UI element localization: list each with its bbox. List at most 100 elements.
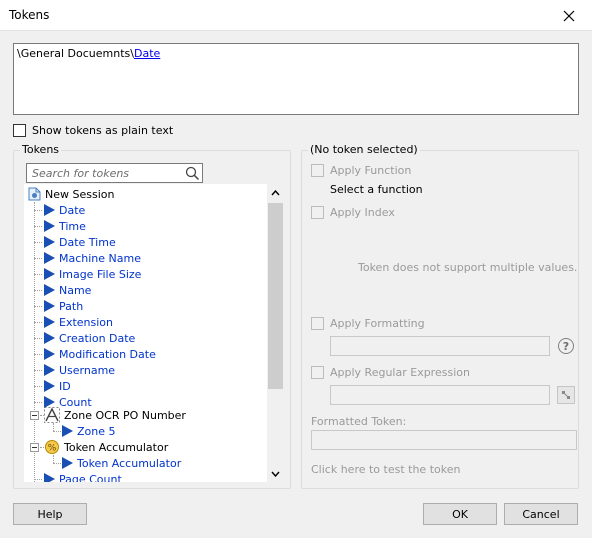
plain-text-option[interactable]: Show tokens as plain text: [13, 123, 173, 137]
apply-function-checkbox[interactable]: [311, 164, 324, 177]
apply-index-option[interactable]: Apply Index: [311, 206, 395, 219]
tree-connector: [34, 479, 42, 480]
root-label: New Session: [45, 187, 115, 201]
tree-connector: [34, 242, 42, 243]
accumulator-group-label: Token Accumulator: [64, 440, 169, 454]
tree-connector: [53, 455, 54, 463]
ok-button-label: OK: [452, 507, 468, 521]
tree-item-token[interactable]: Name: [44, 282, 91, 298]
tree-item-accumulator-child[interactable]: Token Accumulator: [62, 455, 181, 471]
tree-item-token[interactable]: Creation Date: [44, 330, 135, 346]
apply-index-checkbox[interactable]: [311, 206, 324, 219]
svg-text:%: %: [48, 444, 57, 454]
tree-connector: [34, 210, 42, 211]
tree-item-page-count[interactable]: Page Count: [44, 471, 122, 482]
help-button-label: Help: [37, 507, 63, 521]
tree-connector: [34, 386, 42, 387]
page-count-label: Page Count: [59, 472, 122, 483]
tree-item-token[interactable]: ID: [44, 378, 71, 394]
apply-function-option[interactable]: Apply Function: [311, 164, 411, 177]
token-icon: [44, 220, 55, 232]
token-icon: [44, 300, 55, 312]
search-placeholder: Search for tokens: [32, 167, 130, 180]
tree-connector: [34, 202, 35, 482]
formatted-token-field: [311, 430, 577, 450]
tree-connector: [34, 354, 42, 355]
token-icon: [44, 204, 55, 216]
scroll-thumb[interactable]: [268, 203, 283, 389]
tree-item-token[interactable]: Time: [44, 218, 86, 234]
tree-item-token[interactable]: Modification Date: [44, 346, 156, 362]
chevron-down-icon: [271, 471, 280, 477]
token-label: Image File Size: [59, 267, 142, 281]
apply-formatting-option[interactable]: Apply Formatting: [311, 317, 425, 330]
token-label: Time: [59, 219, 86, 233]
token-label: Date: [59, 203, 86, 217]
apply-formatting-checkbox[interactable]: [311, 317, 324, 330]
tree-item-zone-5[interactable]: Zone 5: [62, 423, 116, 439]
test-token-link[interactable]: Click here to test the token: [311, 463, 460, 476]
tree-connector: [34, 290, 42, 291]
zone-collapse-toggle[interactable]: [30, 411, 39, 420]
apply-index-label: Apply Index: [330, 206, 395, 219]
token-label: Machine Name: [59, 251, 141, 265]
tree-item-token[interactable]: Machine Name: [44, 250, 141, 266]
token-icon: [44, 380, 55, 392]
multi-values-note: Token does not support multiple values.: [358, 261, 578, 274]
plain-text-checkbox[interactable]: [13, 123, 26, 137]
accumulator-child-label: Token Accumulator: [77, 456, 182, 470]
chevron-up-icon: [271, 189, 280, 195]
search-icon[interactable]: [185, 166, 200, 181]
token-label: Creation Date: [59, 331, 136, 345]
window-title: Tokens: [9, 8, 50, 22]
close-icon: [563, 10, 575, 21]
formatting-input[interactable]: [330, 336, 550, 356]
path-token-link[interactable]: Date: [134, 47, 160, 60]
tree-connector: [34, 322, 42, 323]
tree-connector: [34, 274, 42, 275]
zone-ocr-icon: [44, 407, 60, 423]
ok-button[interactable]: OK: [423, 503, 497, 525]
tree-item-token[interactable]: Date: [44, 202, 85, 218]
token-icon: [44, 236, 55, 248]
close-button[interactable]: [546, 0, 592, 31]
tree-item-token[interactable]: Path: [44, 298, 83, 314]
tree-item-token[interactable]: Extension: [44, 314, 113, 330]
token-icon: [44, 316, 55, 328]
tree-connector: [53, 431, 61, 432]
help-button[interactable]: Help: [13, 503, 87, 525]
regex-editor-button[interactable]: [557, 386, 575, 404]
select-function-label: Select a function: [330, 183, 423, 196]
tree-item-accumulator-group[interactable]: % Token Accumulator: [44, 439, 168, 455]
tree-item-root[interactable]: New Session: [28, 186, 114, 202]
token-label: Modification Date: [59, 347, 156, 361]
scroll-down-button[interactable]: [267, 465, 284, 482]
token-path-textbox[interactable]: \General Docuemnts\Date: [13, 43, 579, 115]
scroll-up-button[interactable]: [267, 184, 284, 201]
token-icon: [44, 284, 55, 296]
path-prefix: \General Docuemnts\: [17, 47, 134, 60]
tree-connector: [53, 463, 61, 464]
zone-child-label: Zone 5: [77, 424, 116, 438]
tree-item-zone-group[interactable]: Zone OCR PO Number: [44, 407, 186, 423]
apply-regex-option[interactable]: Apply Regular Expression: [311, 366, 470, 379]
apply-regex-label: Apply Regular Expression: [330, 366, 470, 379]
zone-group-label: Zone OCR PO Number: [64, 408, 186, 422]
regex-input[interactable]: [330, 385, 550, 405]
cancel-button[interactable]: Cancel: [504, 503, 578, 525]
apply-regex-checkbox[interactable]: [311, 366, 324, 379]
tree-item-token[interactable]: Username: [44, 362, 115, 378]
token-label: Username: [59, 363, 116, 377]
token-icon: [44, 252, 55, 264]
tree-item-token[interactable]: Date Time: [44, 234, 116, 250]
accumulator-collapse-toggle[interactable]: [30, 443, 39, 452]
tree-scrollbar[interactable]: [267, 184, 284, 482]
token-icon: [44, 364, 55, 376]
search-input[interactable]: Search for tokens: [26, 163, 203, 183]
token-icon: [44, 348, 55, 360]
tokens-group: Tokens Search for tokens New Session Dat…: [13, 143, 291, 489]
tree-item-token[interactable]: Image File Size: [44, 266, 141, 282]
formatting-help-icon[interactable]: ?: [558, 338, 574, 354]
token-tree[interactable]: New Session Date Time Date Time Machine Nam…: [24, 184, 281, 482]
token-path-text: \General Docuemnts\Date: [17, 47, 160, 60]
